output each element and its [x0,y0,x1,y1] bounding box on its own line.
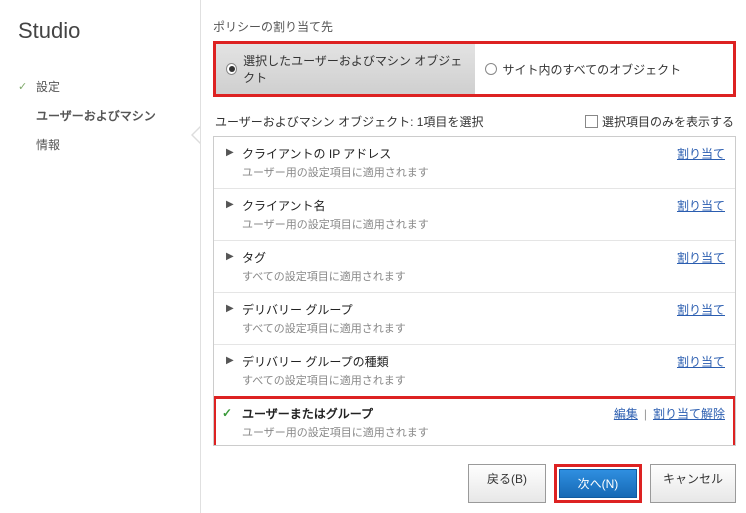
sidebar: Studio ✓ 設定 ユーザーおよびマシン 情報 [0,0,200,513]
list-title: ユーザーおよびマシン オブジェクト: 1項目を選択 [215,113,483,130]
main-panel: ポリシーの割り当て先 選択したユーザーおよびマシン オブジェクト サイト内のすべ… [200,0,746,513]
list-row-client-name[interactable]: ▶ クライアント名 ユーザー用の設定項目に適用されます 割り当て [214,189,735,241]
row-title: クライアント名 [242,197,677,214]
row-subtitle: すべての設定項目に適用されます [242,320,677,336]
unassign-link[interactable]: 割り当て解除 [653,405,725,422]
checkbox-icon [585,115,598,128]
sidebar-item-label: 設定 [36,78,60,95]
section-title: ポリシーの割り当て先 [213,18,736,35]
sidebar-item-users-machines[interactable]: ユーザーおよびマシン [18,105,200,126]
list-row-user-or-group[interactable]: ✓ ユーザーまたはグループ ユーザー用の設定項目に適用されます 編集 | 割り当… [214,397,735,446]
button-label: 次へ(N) [578,477,619,491]
row-subtitle: ユーザー用の設定項目に適用されます [242,216,677,232]
sidebar-item-settings[interactable]: ✓ 設定 [18,76,200,97]
cancel-button[interactable]: キャンセル [650,464,736,503]
radio-label: 選択したユーザーおよびマシン オブジェクト [243,52,464,86]
row-title: クライアントの IP アドレス [242,145,677,162]
chevron-right-icon: ▶ [226,147,234,158]
separator: | [644,407,647,421]
assign-link[interactable]: 割り当て [677,145,725,162]
check-icon: ✓ [222,406,232,420]
sidebar-item-label: ユーザーおよびマシン [36,107,156,124]
checkbox-label: 選択項目のみを表示する [602,113,734,130]
back-button[interactable]: 戻る(B) [468,464,546,503]
next-button-highlight: 次へ(N) [554,464,642,503]
edit-link[interactable]: 編集 [614,405,638,422]
wizard-footer: 戻る(B) 次へ(N) キャンセル [213,452,736,503]
assignment-scope-radio-group: 選択したユーザーおよびマシン オブジェクト サイト内のすべてのオブジェクト [213,41,736,97]
assign-link[interactable]: 割り当て [677,197,725,214]
assign-link[interactable]: 割り当て [677,353,725,370]
list-row-client-ip[interactable]: ▶ クライアントの IP アドレス ユーザー用の設定項目に適用されます 割り当て [214,137,735,189]
list-header: ユーザーおよびマシン オブジェクト: 1項目を選択 選択項目のみを表示する [213,113,736,130]
chevron-right-icon: ▶ [226,355,234,366]
sidebar-item-label: 情報 [36,136,60,153]
radio-off-icon [485,63,497,75]
radio-on-icon [226,63,237,75]
button-label: キャンセル [663,472,723,486]
sidebar-nav: ✓ 設定 ユーザーおよびマシン 情報 [18,76,200,155]
radio-all-objects[interactable]: サイト内のすべてのオブジェクト [475,44,734,94]
row-title: ユーザーまたはグループ [242,405,614,422]
app-title: Studio [18,18,200,44]
radio-selected-objects[interactable]: 選択したユーザーおよびマシン オブジェクト [216,44,475,94]
list-row-tag[interactable]: ▶ タグ すべての設定項目に適用されます 割り当て [214,241,735,293]
list-row-delivery-group-type[interactable]: ▶ デリバリー グループの種類 すべての設定項目に適用されます 割り当て [214,345,735,397]
chevron-right-icon: ▶ [226,199,234,210]
row-title: デリバリー グループの種類 [242,353,677,370]
object-list[interactable]: ▶ クライアントの IP アドレス ユーザー用の設定項目に適用されます 割り当て… [213,136,736,446]
chevron-right-icon: ▶ [226,303,234,314]
chevron-right-icon: ▶ [226,251,234,262]
row-subtitle: すべての設定項目に適用されます [242,372,677,388]
row-subtitle: ユーザー用の設定項目に適用されます [242,164,677,180]
list-row-delivery-group[interactable]: ▶ デリバリー グループ すべての設定項目に適用されます 割り当て [214,293,735,345]
check-icon: ✓ [18,80,30,93]
show-selected-only-checkbox[interactable]: 選択項目のみを表示する [585,113,734,130]
button-label: 戻る(B) [487,472,527,486]
assign-link[interactable]: 割り当て [677,249,725,266]
next-button[interactable]: 次へ(N) [559,469,637,498]
row-subtitle: すべての設定項目に適用されます [242,268,677,284]
row-subtitle: ユーザー用の設定項目に適用されます [242,424,614,440]
row-title: タグ [242,249,677,266]
radio-label: サイト内のすべてのオブジェクト [503,61,682,78]
sidebar-item-info[interactable]: 情報 [18,134,200,155]
row-title: デリバリー グループ [242,301,677,318]
assign-link[interactable]: 割り当て [677,301,725,318]
